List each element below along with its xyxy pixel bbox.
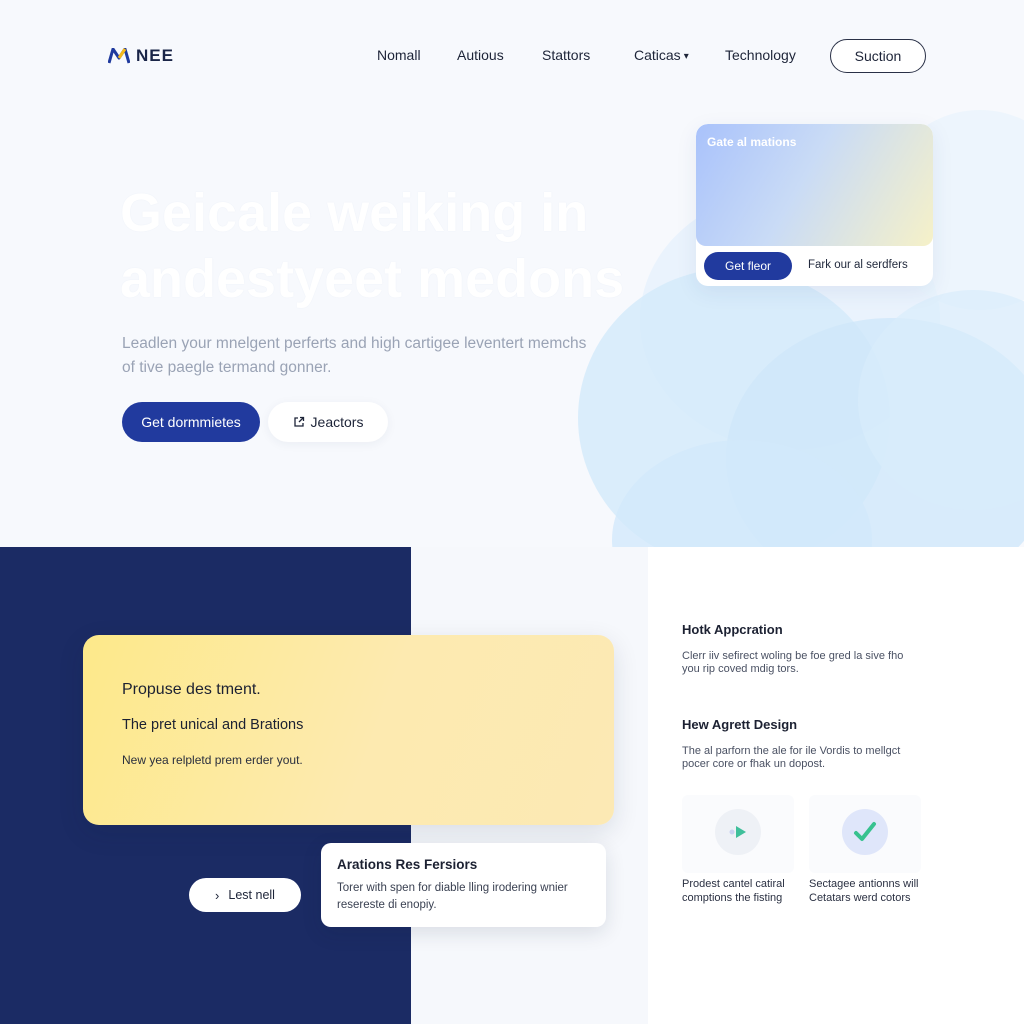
promo-card-button[interactable]: Get fleor [704,252,792,280]
proposal-card: Propuse des tment. The pret unical and B… [83,635,614,825]
feature-title: Hew Agrett Design [682,717,798,732]
m-logo-icon [108,48,130,64]
features-panel [648,547,1024,1024]
feature-title: Hotk Appcration [682,622,783,637]
lest-nell-button[interactable]: › Lest nell [189,878,301,912]
feature-body: The al parforn the ale for ile Vordis to… [682,745,901,770]
play-icon [715,809,761,855]
headline-line: Geicale weiking in [120,183,589,243]
chevron-down-icon: ▾ [683,51,689,62]
promo-card-link[interactable]: Fark our al serdfers [808,259,908,271]
headline-line: andestyeet medons [120,249,625,309]
nav-item-label: Caticas [634,47,681,63]
info-card-title: Arations Res Fersiors [337,857,478,872]
brand-name: NEE [136,46,174,65]
hero-headline: Geicale weiking in andestyeet medons [120,180,680,312]
proposal-card-subtitle: The pret unical and Brations [122,717,304,733]
nav-item-caticas[interactable]: Caticas ▾ [634,47,689,63]
nav-item-technology[interactable]: Technology [725,47,796,63]
external-link-icon [293,416,304,427]
promo-card: Gate al mations Get fleor Fark our al se… [696,124,933,286]
proposal-card-title: Propuse des tment. [122,681,261,698]
brand-logo[interactable]: NEE [108,46,174,66]
top-navigation: NEE Nomall Autious Stattors Caticas ▾ Tec… [0,0,1024,110]
info-card: Arations Res Fersiors Torer with spen fo… [321,843,606,927]
tile-caption: Sectagee antionns will Cetatars werd cot… [809,878,919,904]
checkmark-icon [842,809,888,855]
secondary-button-label: Jeactors [310,414,364,430]
lest-nell-label: Lest nell [228,888,275,902]
nav-item-autious[interactable]: Autious [457,47,504,63]
nav-cta-button[interactable]: Suction [830,39,926,73]
proposal-card-note: New yea relpletd prem erder yout. [122,753,303,767]
nav-item-stattors[interactable]: Stattors [542,47,590,63]
hero-primary-button[interactable]: Get dormmietes [122,402,260,442]
hero-section: NEE Nomall Autious Stattors Caticas ▾ Tec… [0,0,1024,547]
info-card-body: Torer with spen for diable lling iroderi… [337,882,568,911]
feature-tile[interactable] [682,795,794,873]
feature-body: Clerr iiv sefirect woling be foe gred la… [682,650,904,675]
feature-tile[interactable] [809,795,921,873]
chevron-right-icon: › [215,887,220,903]
tile-caption: Prodest cantel catiral comptions the fis… [682,878,785,904]
promo-card-title: Gate al mations [707,135,797,149]
nav-item-nomall[interactable]: Nomall [377,47,421,63]
hero-secondary-button[interactable]: Jeactors [268,402,388,442]
hero-subtext: Leadlen your mnelgent perferts and high … [122,335,587,376]
